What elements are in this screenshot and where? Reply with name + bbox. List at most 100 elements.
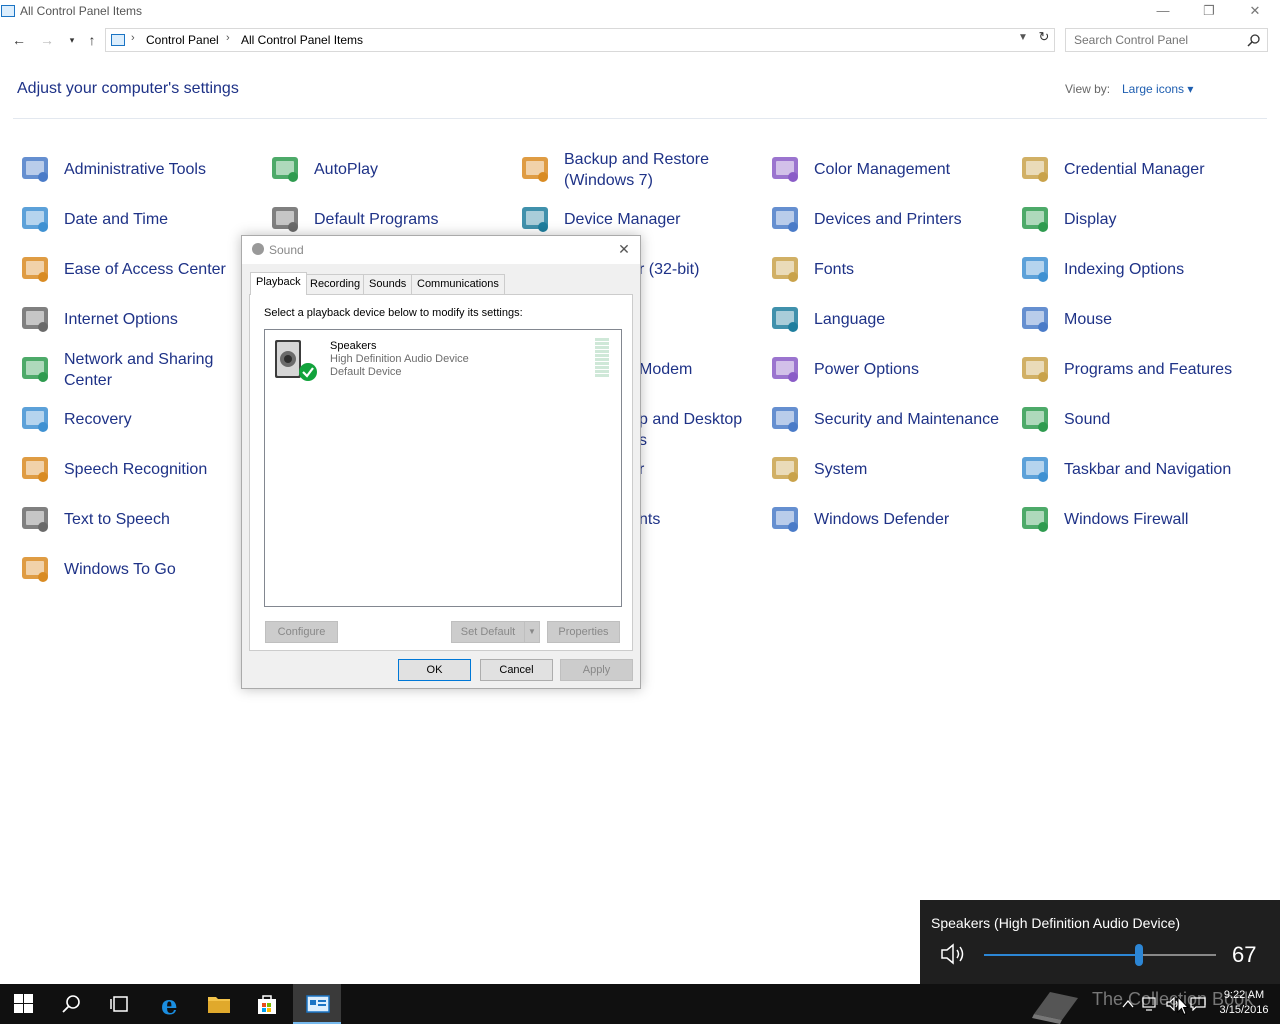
cp-item-label: Windows To Go	[64, 561, 176, 578]
cp-item-security-and-maintenance[interactable]: Security and Maintenance	[769, 398, 1009, 438]
cp-item-windows-firewall[interactable]: Windows Firewall	[1019, 498, 1259, 538]
devices-printers-icon	[772, 207, 798, 232]
network-icon[interactable]	[1142, 997, 1158, 1011]
cp-item-label: Power Options	[814, 361, 919, 378]
control-panel-taskbar-button[interactable]	[293, 984, 341, 1024]
tab-playback[interactable]: Playback	[250, 272, 307, 295]
cp-item-programs-and-features[interactable]: Programs and Features	[1019, 348, 1259, 388]
clock-time: 9:22 AM	[1223, 989, 1265, 1001]
tab-communications[interactable]: Communications	[411, 274, 505, 294]
cp-item-power-options[interactable]: Power Options	[769, 348, 1009, 388]
edge-browser-button[interactable]: e	[146, 984, 194, 1024]
text-to-speech-icon	[22, 507, 48, 532]
ok-button[interactable]: OK	[398, 659, 471, 681]
search-box[interactable]	[1065, 28, 1268, 52]
cp-item-windows-defender[interactable]: Windows Defender	[769, 498, 1009, 538]
apply-button[interactable]: Apply	[560, 659, 633, 681]
cp-item-internet-options[interactable]: Internet Options	[19, 298, 259, 338]
start-button[interactable]	[0, 984, 48, 1024]
cp-item-speech-recognition[interactable]: Speech Recognition	[19, 448, 259, 488]
cp-item-recovery[interactable]: Recovery	[19, 398, 259, 438]
address-box[interactable]: › Control Panel › All Control Panel Item…	[105, 28, 1055, 52]
sound-icon	[1022, 407, 1048, 432]
cp-item-label: System	[814, 461, 868, 478]
close-button[interactable]: ✕	[1232, 0, 1278, 24]
cancel-button[interactable]: Cancel	[480, 659, 553, 681]
search-taskbar-button[interactable]	[48, 984, 96, 1024]
system-icon	[772, 457, 798, 482]
task-view-button[interactable]	[96, 984, 144, 1024]
minimize-button[interactable]: —	[1140, 0, 1186, 24]
cp-item-display[interactable]: Display	[1019, 198, 1259, 238]
breadcrumb-control-panel[interactable]: Control Panel	[146, 33, 219, 47]
backup-icon	[522, 157, 548, 182]
cp-item-text-to-speech[interactable]: Text to Speech	[19, 498, 259, 538]
cp-item-taskbar-and-navigation[interactable]: Taskbar and Navigation	[1019, 448, 1259, 488]
cp-item-label: Mouse	[1064, 311, 1113, 328]
cp-item-label: Default Programs	[314, 211, 439, 228]
cp-item-indexing-options[interactable]: Indexing Options	[1019, 248, 1259, 288]
restore-button[interactable]: ❐	[1186, 0, 1232, 24]
speaker-icon[interactable]	[940, 942, 968, 966]
volume-slider[interactable]	[984, 944, 1216, 966]
credential-manager-icon	[1022, 157, 1048, 182]
cp-item-sound[interactable]: Sound	[1019, 398, 1259, 438]
tab-sounds[interactable]: Sounds	[363, 274, 413, 294]
cp-item-label: Devices and Printers	[814, 211, 962, 228]
file-explorer-button[interactable]	[194, 984, 242, 1024]
speaker-device-icon	[275, 340, 317, 381]
book-logo-icon	[1032, 992, 1078, 1024]
cp-item-devices-and-printers[interactable]: Devices and Printers	[769, 198, 1009, 238]
cp-item-windows-to-go[interactable]: Windows To Go	[19, 548, 259, 588]
back-arrow-icon[interactable]: ←	[9, 30, 29, 50]
store-bag-icon	[258, 995, 276, 1014]
view-by-dropdown[interactable]: Large icons ▾	[1122, 82, 1193, 96]
cp-item-color-management[interactable]: Color Management	[769, 148, 1009, 188]
cp-item-network-and-sharing-center[interactable]: Network and Sharing Center	[19, 348, 259, 389]
action-center-icon[interactable]	[1190, 997, 1206, 1011]
fonts-icon	[772, 257, 798, 282]
cp-item-language[interactable]: Language	[769, 298, 1009, 338]
set-default-button[interactable]: Set Default	[451, 621, 525, 643]
dialog-close-button[interactable]: ✕	[614, 239, 634, 259]
control-panel-icon	[111, 34, 125, 46]
tab-recording[interactable]: Recording	[304, 274, 367, 294]
chevron-up-icon[interactable]	[1122, 998, 1134, 1010]
cp-item-credential-manager[interactable]: Credential Manager	[1019, 148, 1259, 188]
cp-item-default-programs[interactable]: Default Programs	[269, 198, 509, 238]
taskbar-clock[interactable]: 9:22 AM 3/15/2016	[1216, 988, 1272, 1018]
cp-item-autoplay[interactable]: AutoPlay	[269, 148, 509, 188]
cp-item-label: Ease of Access Center	[64, 261, 226, 278]
refresh-icon[interactable]: ↻	[1034, 29, 1054, 51]
cp-item-label: Modem	[639, 361, 693, 378]
cp-item-ease-of-access-center[interactable]: Ease of Access Center	[19, 248, 259, 288]
cp-item-fonts[interactable]: Fonts	[769, 248, 1009, 288]
cp-item-date-and-time[interactable]: Date and Time	[19, 198, 259, 238]
forward-arrow-icon[interactable]: →	[37, 30, 57, 50]
recent-locations-chevron-icon[interactable]: ▾	[62, 30, 82, 50]
cp-item-device-manager[interactable]: Device Manager	[519, 198, 759, 238]
cp-item-label: Windows Firewall	[1064, 511, 1189, 528]
dialog-title-bar: Sound ✕	[242, 236, 640, 264]
configure-button[interactable]: Configure	[265, 621, 338, 643]
cp-item-administrative-tools[interactable]: Administrative Tools	[19, 148, 259, 188]
search-input[interactable]	[1074, 30, 1244, 50]
cp-item-backup-and-restore-windows-7[interactable]: Backup and Restore (Windows 7)	[519, 148, 759, 189]
system-tray	[1118, 984, 1213, 1024]
device-list[interactable]: Speakers High Definition Audio Device De…	[264, 329, 622, 607]
cp-item-system[interactable]: System	[769, 448, 1009, 488]
properties-button[interactable]: Properties	[547, 621, 620, 643]
cp-item-mouse[interactable]: Mouse	[1019, 298, 1259, 338]
internet-options-icon	[22, 307, 48, 332]
up-arrow-icon[interactable]: ↑	[82, 30, 102, 50]
control-panel-icon	[1, 5, 15, 17]
mouse-cursor-icon	[1177, 996, 1189, 1016]
set-default-dropdown-icon[interactable]: ▼	[524, 621, 540, 643]
dialog-title: Sound	[269, 243, 304, 257]
store-button[interactable]	[243, 984, 291, 1024]
volume-slider-thumb[interactable]	[1135, 944, 1143, 966]
search-icon[interactable]	[1247, 33, 1261, 47]
address-dropdown-icon[interactable]: ▼	[1018, 32, 1028, 43]
task-view-icon	[110, 996, 128, 1012]
breadcrumb-all-items[interactable]: All Control Panel Items	[241, 33, 363, 47]
